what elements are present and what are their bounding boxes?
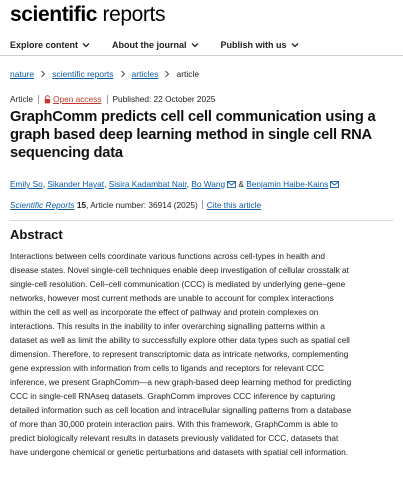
- chevron-right-icon: [165, 70, 170, 78]
- journal-link[interactable]: Scientific Reports: [10, 200, 75, 210]
- chevron-down-icon: [191, 42, 198, 47]
- author-link[interactable]: Emily So: [10, 179, 43, 189]
- author-separator: &: [236, 179, 247, 189]
- author-link[interactable]: Sikander Hayat: [47, 179, 104, 189]
- title-line: sequencing data: [10, 145, 123, 161]
- section-divider: [10, 220, 393, 221]
- volume-number: 15: [74, 200, 87, 210]
- abstract-line: dataset as well as limit the ability to …: [10, 335, 350, 345]
- email-icon[interactable]: [330, 181, 340, 188]
- email-icon[interactable]: [227, 181, 237, 188]
- article-type: Article: [10, 94, 34, 104]
- abstract-line: disease states. Novel single-cell techni…: [10, 265, 349, 275]
- article-number: , Article number: 36914 (2025): [86, 200, 198, 210]
- abstract-line: detailed information such as cell locati…: [10, 405, 352, 415]
- abstract-section: Abstract Interactions between cells coor…: [0, 227, 403, 459]
- open-access-link[interactable]: Open access: [53, 94, 101, 104]
- abstract-line: Interactions between cells coordinate va…: [10, 251, 325, 261]
- open-access-lock-icon: [44, 94, 51, 103]
- breadcrumb: nature scientific reports articles artic…: [0, 69, 403, 79]
- chevron-down-icon: [291, 42, 298, 47]
- abstract-line: single-cell resolution. Cell–cell commun…: [10, 279, 346, 289]
- breadcrumb-nature[interactable]: nature: [10, 69, 34, 79]
- nav-explore-content[interactable]: Explore content: [10, 40, 90, 50]
- author-link[interactable]: Benjamin Haibe-Kains: [246, 179, 328, 189]
- abstract-line: predict biologically relevant results in…: [10, 433, 339, 443]
- meta-divider: [106, 94, 108, 104]
- cite-this-article-link[interactable]: Cite this article: [207, 200, 261, 210]
- nav-publish-with-us[interactable]: Publish with us: [221, 40, 299, 50]
- published-date: Published: 22 October 2025: [112, 94, 216, 104]
- logo-regular-text: reports: [97, 3, 166, 26]
- abstract-body: Interactions between cells coordinate va…: [0, 249, 403, 459]
- meta-divider: [38, 94, 40, 104]
- chevron-right-icon: [120, 70, 125, 78]
- abstract-line: dimension. Therefore, to represent trans…: [10, 349, 349, 359]
- abstract-line: of more than 30,000 protein interaction …: [10, 419, 338, 429]
- main-nav: Explore content About the journal Publis…: [0, 34, 403, 56]
- logo-bold-text: scientific: [10, 3, 98, 26]
- title-line: graph based deep learning method in sing…: [10, 127, 372, 143]
- abstract-line: CCC in single-cell RNAseq datasets. Grap…: [10, 391, 336, 401]
- article-title: GraphComm predicts cell cell communicati…: [0, 108, 403, 162]
- abstract-line: networks, however most current methods a…: [10, 293, 334, 303]
- breadcrumb-current: article: [176, 69, 200, 79]
- author-list: Emily So, Sikander Hayat, Sisira Kadamba…: [0, 179, 403, 190]
- abstract-line: within the cell as well as incorporate t…: [10, 307, 319, 317]
- breadcrumb-articles[interactable]: articles: [132, 69, 159, 79]
- nav-about-label: About the journal: [112, 39, 187, 50]
- citation-divider: [201, 200, 203, 209]
- chevron-right-icon: [41, 70, 46, 78]
- abstract-line: have undergone chemical or genetic pertu…: [10, 447, 349, 457]
- title-line: GraphComm predicts cell cell communicati…: [10, 109, 376, 125]
- abstract-heading: Abstract: [10, 227, 63, 242]
- nav-about-journal[interactable]: About the journal: [112, 40, 199, 50]
- author-link[interactable]: Bo Wang: [191, 179, 225, 189]
- abstract-line: gene expression with information from ce…: [10, 363, 325, 373]
- nav-publish-label: Publish with us: [220, 39, 287, 50]
- breadcrumb-scientific-reports[interactable]: scientific reports: [52, 69, 113, 79]
- chevron-down-icon: [82, 42, 90, 47]
- author-link[interactable]: Sisira Kadambat Nair: [109, 179, 187, 189]
- site-header: scientific reports: [0, 0, 403, 30]
- article-meta: Article Open access Published: 22 Octobe…: [0, 94, 403, 104]
- abstract-line: inference, we present GraphComm—a new gr…: [10, 377, 352, 387]
- journal-logo[interactable]: scientific reports: [10, 2, 393, 28]
- abstract-line: interactions. This results in the inabil…: [10, 321, 325, 331]
- citation-line: Scientific Reports 15, Article number: 3…: [0, 200, 403, 210]
- nav-explore-label: Explore content: [10, 39, 79, 50]
